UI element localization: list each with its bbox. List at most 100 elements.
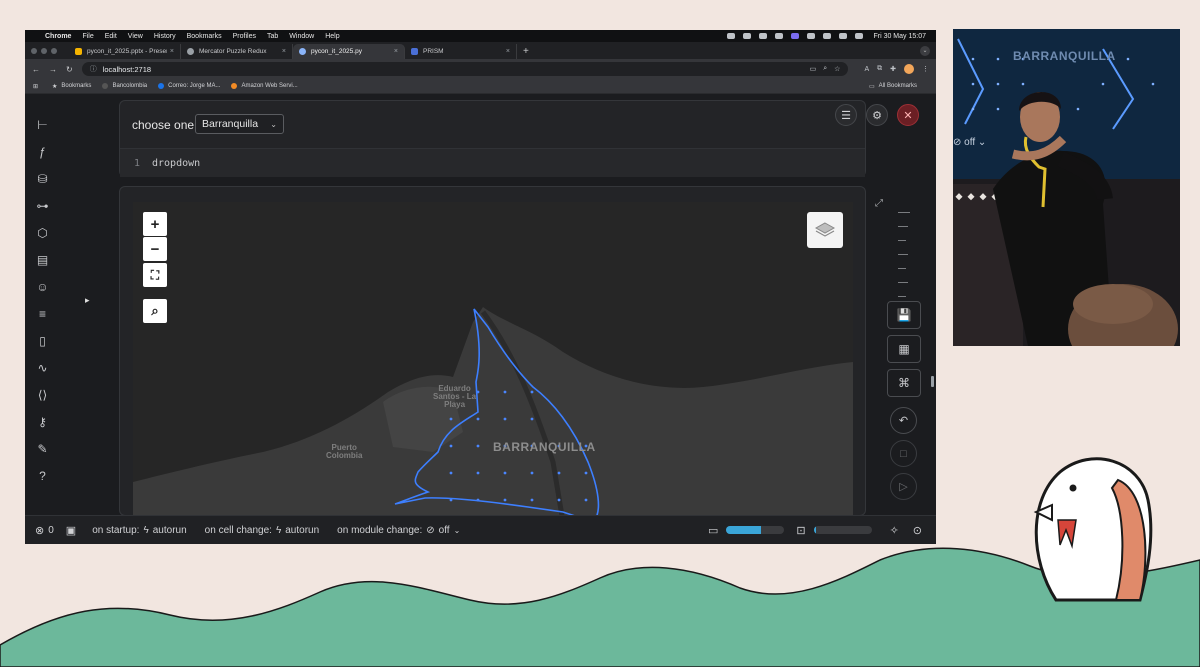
- tab-mercator-puzzle[interactable]: Mercator Puzzle Redux ×: [181, 44, 293, 59]
- bookmark-item[interactable]: Amazon Web Servi...: [231, 83, 298, 89]
- help-icon[interactable]: ?: [35, 469, 50, 484]
- menu-file[interactable]: File: [82, 33, 93, 40]
- connection-check-icon[interactable]: ⊙: [913, 524, 922, 537]
- cloud-icon[interactable]: [759, 33, 768, 39]
- terminal-icon[interactable]: ▣: [66, 524, 76, 537]
- url-text[interactable]: localhost:2718: [103, 65, 803, 74]
- tab-label: Mercator Puzzle Redux: [199, 48, 267, 55]
- extension-icon[interactable]: ⧉: [877, 65, 882, 73]
- tray-icon[interactable]: [727, 33, 736, 39]
- database-icon[interactable]: ⛁: [35, 172, 50, 187]
- zoom-out-button[interactable]: −: [143, 237, 167, 261]
- grid-dot: [584, 471, 588, 475]
- close-icon[interactable]: ×: [506, 48, 510, 55]
- browser-tab-strip: pycon_it_2025.pptx - Presen × Mercator P…: [25, 42, 936, 59]
- more-menu-icon[interactable]: ⋮: [922, 65, 929, 73]
- undo-button[interactable]: ↶: [890, 407, 917, 434]
- zoom-window-button[interactable]: [51, 47, 57, 54]
- tab-prism[interactable]: PRISM ×: [405, 44, 517, 59]
- map-view[interactable]: + − ⛶ ⌕ Eduardo Santos - La Playa Puerto: [133, 202, 853, 515]
- setting-value: autorun: [285, 524, 320, 536]
- tab-presentation[interactable]: pycon_it_2025.pptx - Presen ×: [69, 44, 181, 59]
- on-startup-setting[interactable]: on startup: ϟ autorun: [92, 525, 186, 536]
- extensions-puzzle-icon[interactable]: ✚: [890, 65, 896, 73]
- search-list-icon[interactable]: ≡: [35, 307, 50, 322]
- bookmark-item[interactable]: Bancolombia: [102, 83, 147, 89]
- close-window-button[interactable]: [31, 47, 37, 54]
- bookmark-item[interactable]: ★ Bookmarks: [52, 83, 91, 90]
- close-icon[interactable]: ×: [170, 48, 174, 55]
- cast-icon[interactable]: ▭: [810, 65, 817, 73]
- profile-avatar[interactable]: [904, 64, 914, 74]
- close-icon[interactable]: ×: [394, 48, 398, 55]
- snippets-code-icon[interactable]: ⟨⟩: [35, 388, 50, 403]
- wifi-icon[interactable]: [839, 33, 848, 39]
- close-icon[interactable]: ×: [282, 48, 286, 55]
- all-bookmarks-item[interactable]: ▭ All Bookmarks: [869, 83, 917, 90]
- dependency-graph-icon[interactable]: ⊶: [35, 199, 50, 214]
- variables-icon[interactable]: ƒ: [35, 145, 50, 160]
- status-footer: ⊗ 0 ▣ on startup: ϟ autorun on cell chan…: [25, 515, 936, 544]
- expand-output-icon[interactable]: ⤢: [875, 198, 883, 209]
- map-search-icon[interactable]: ⌕: [143, 299, 167, 323]
- on-module-change-setting[interactable]: on module change: ⊘ off ⌄: [337, 525, 460, 536]
- on-cell-change-setting[interactable]: on cell change: ϟ autorun: [205, 525, 320, 536]
- menu-window[interactable]: Window: [289, 33, 314, 40]
- back-arrow-icon[interactable]: ←: [32, 65, 40, 74]
- label-line: Playa: [444, 400, 466, 409]
- fullscreen-icon[interactable]: ⛶: [143, 263, 167, 287]
- menu-history[interactable]: History: [154, 33, 176, 40]
- menu-profiles[interactable]: Profiles: [233, 33, 256, 40]
- code-line[interactable]: dropdown: [152, 158, 200, 169]
- documentation-icon[interactable]: ▯: [35, 334, 50, 349]
- menu-bookmarks[interactable]: Bookmarks: [187, 33, 222, 40]
- ai-bot-icon[interactable]: ☺: [35, 280, 50, 295]
- tray-icon[interactable]: [791, 33, 800, 39]
- errors-circle-x-icon[interactable]: ⊗: [35, 524, 44, 537]
- apps-grid-icon[interactable]: ⊞: [33, 83, 38, 90]
- scrollbar-thumb[interactable]: [931, 376, 934, 387]
- menu-clock: Fri 30 May 15:07: [873, 32, 926, 40]
- menu-tab[interactable]: Tab: [267, 33, 278, 40]
- tab-notebook[interactable]: pycon_it_2025.py ×: [293, 44, 405, 59]
- layout-toggle-button[interactable]: ▦: [887, 335, 921, 363]
- stop-button[interactable]: □: [890, 440, 917, 467]
- menu-view[interactable]: View: [128, 33, 143, 40]
- layers-button[interactable]: [807, 212, 843, 248]
- bookmark-item[interactable]: Correo: Jorge MA...: [158, 83, 220, 89]
- new-tab-button[interactable]: +: [523, 46, 529, 57]
- menu-hamburger-button[interactable]: ☰: [835, 104, 857, 126]
- reload-icon[interactable]: ↻: [66, 65, 73, 74]
- site-info-icon[interactable]: ⓘ: [90, 64, 97, 74]
- tray-icon[interactable]: [775, 33, 784, 39]
- settings-gear-button[interactable]: ⚙: [866, 104, 888, 126]
- battery-icon[interactable]: [823, 33, 832, 39]
- bookmark-star-icon[interactable]: ☆: [834, 65, 840, 73]
- menu-edit[interactable]: Edit: [105, 33, 117, 40]
- address-bar[interactable]: ⓘ localhost:2718 ▭ ⌕ ☆: [81, 62, 849, 76]
- extension-icon[interactable]: A: [864, 66, 869, 73]
- zoom-in-button[interactable]: +: [143, 212, 167, 236]
- packages-box-icon[interactable]: ⬡: [35, 226, 50, 241]
- menu-help[interactable]: Help: [325, 33, 339, 40]
- search-icon[interactable]: [855, 33, 864, 39]
- forward-arrow-icon[interactable]: →: [49, 65, 57, 74]
- secrets-key-icon[interactable]: ⚷: [35, 415, 50, 430]
- file-tree-icon[interactable]: ⊢: [35, 118, 50, 133]
- tab-search-chevron-icon[interactable]: ⌄: [920, 46, 930, 56]
- save-button[interactable]: 💾: [887, 301, 921, 329]
- city-dropdown[interactable]: Barranquilla ⌄: [195, 114, 284, 134]
- bluetooth-icon[interactable]: [807, 33, 816, 39]
- scratchpad-edit-icon[interactable]: ✎: [35, 442, 50, 457]
- command-palette-button[interactable]: ⌘: [887, 369, 921, 397]
- zoom-icon[interactable]: ⌕: [823, 65, 827, 73]
- outline-scroll-icon[interactable]: ▤: [35, 253, 50, 268]
- tray-icon[interactable]: [743, 33, 752, 39]
- tracing-pulse-icon[interactable]: ∿: [35, 361, 50, 376]
- run-button[interactable]: ▷: [890, 473, 917, 500]
- minimize-window-button[interactable]: [41, 47, 47, 54]
- sparkle-ai-icon[interactable]: ✧: [890, 524, 899, 537]
- macos-menu-bar: Chrome File Edit View History Bookmarks …: [25, 30, 936, 42]
- menu-app-name[interactable]: Chrome: [45, 33, 71, 40]
- code-editor[interactable]: 1 dropdown: [120, 148, 865, 177]
